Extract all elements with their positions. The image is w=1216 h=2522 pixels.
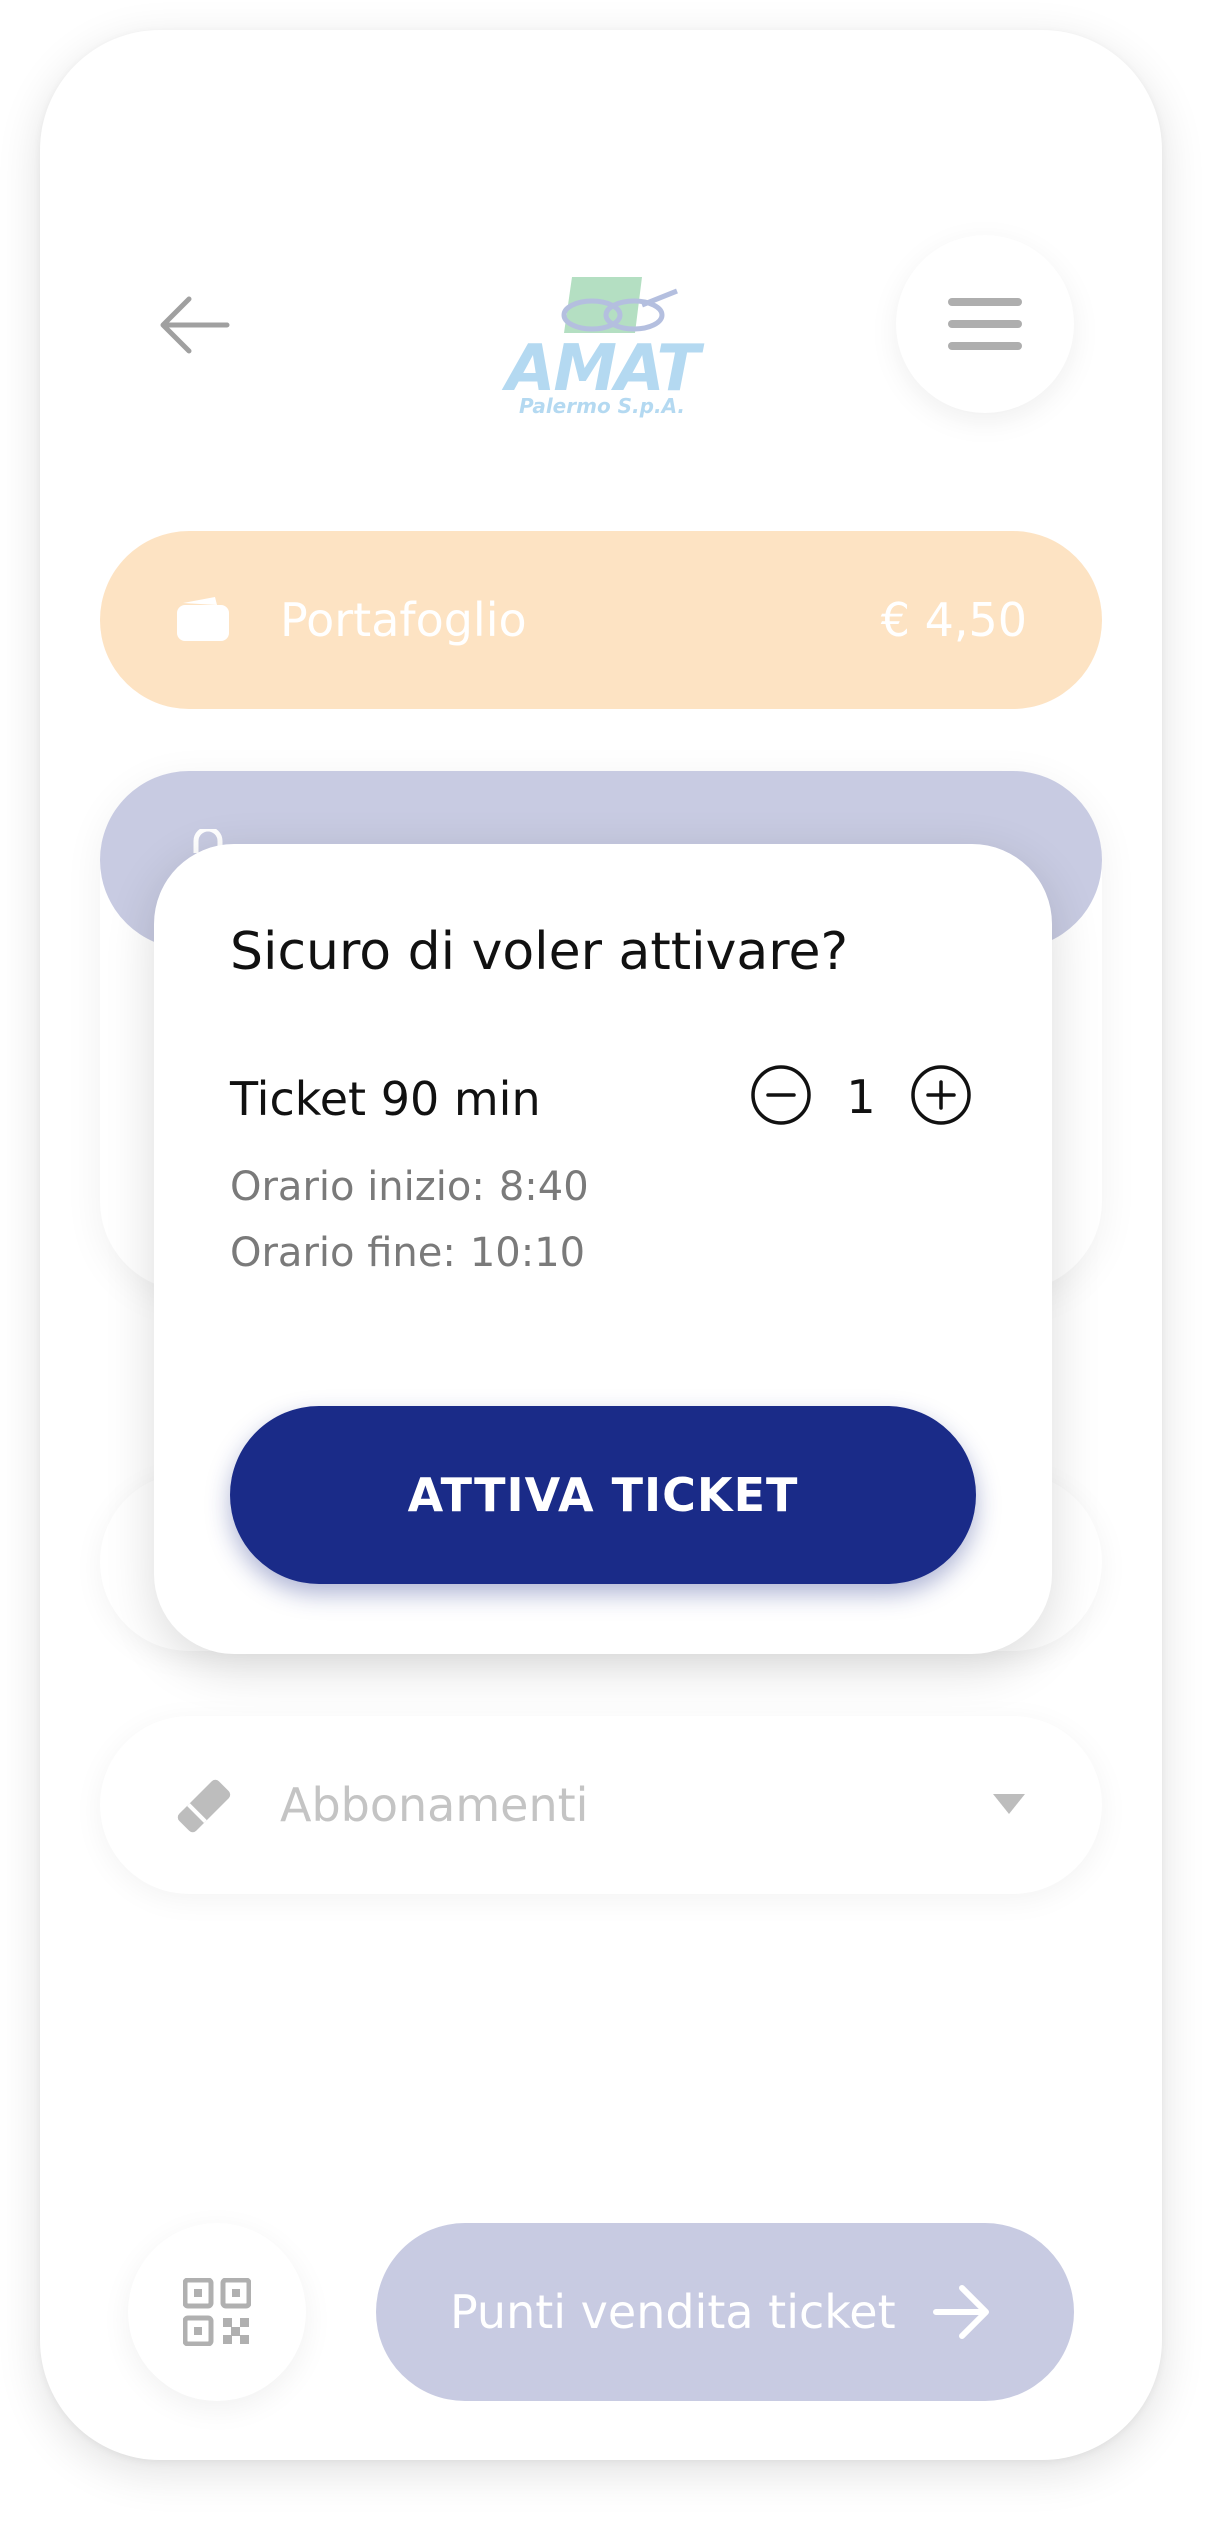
end-time-label: Orario fine:	[230, 1230, 456, 1276]
bus-logo-icon	[561, 277, 678, 333]
logo-subtitle: Palermo S.p.A.	[518, 394, 686, 418]
menu-button[interactable]	[896, 235, 1074, 413]
quantity-value: 1	[846, 1070, 876, 1124]
start-time-line: Orario inizio: 8:40	[230, 1164, 589, 1210]
wallet-amount: € 4,50	[880, 593, 1027, 647]
qr-code-icon	[183, 2278, 251, 2346]
hamburger-icon	[948, 298, 1022, 350]
back-button[interactable]	[140, 270, 250, 380]
start-time-value: 8:40	[498, 1164, 589, 1210]
ticket-icon	[177, 1779, 231, 1833]
wallet-row[interactable]: Portafoglio € 4,50	[100, 531, 1102, 709]
subscriptions-row[interactable]: Abbonamenti	[100, 1716, 1102, 1894]
ticket-name: Ticket 90 min	[230, 1072, 541, 1126]
wallet-label: Portafoglio	[280, 593, 527, 647]
dialog-title: Sicuro di voler attivare?	[230, 922, 849, 982]
activation-dialog: Sicuro di voler attivare? Ticket 90 min …	[154, 844, 1052, 1654]
amat-logo: AMAT Palermo S.p.A.	[492, 245, 712, 417]
activate-ticket-button[interactable]: ATTIVA TICKET	[230, 1406, 976, 1584]
arrow-left-icon	[160, 296, 230, 354]
end-time-line: Orario fine: 10:10	[230, 1230, 585, 1276]
sales-points-button[interactable]: Punti vendita ticket	[376, 2223, 1074, 2401]
decrease-button[interactable]	[750, 1064, 812, 1126]
arrow-right-icon	[933, 2285, 989, 2339]
quantity-stepper: 1	[750, 1064, 976, 1126]
sales-points-label: Punti vendita ticket	[450, 2285, 896, 2339]
minus-circle-icon	[751, 1065, 811, 1125]
chevron-down-icon	[993, 1794, 1025, 1814]
plus-circle-icon	[911, 1065, 971, 1125]
phone-screen: AMAT Palermo S.p.A. Portafoglio € 4,50 A…	[40, 30, 1162, 2460]
end-time-value: 10:10	[469, 1230, 586, 1276]
wallet-icon	[177, 597, 229, 641]
increase-button[interactable]	[910, 1064, 972, 1126]
logo-text: AMAT	[505, 332, 700, 406]
subscriptions-label: Abbonamenti	[280, 1778, 589, 1832]
qr-code-button[interactable]	[128, 2223, 306, 2401]
start-time-label: Orario inizio:	[230, 1164, 485, 1210]
